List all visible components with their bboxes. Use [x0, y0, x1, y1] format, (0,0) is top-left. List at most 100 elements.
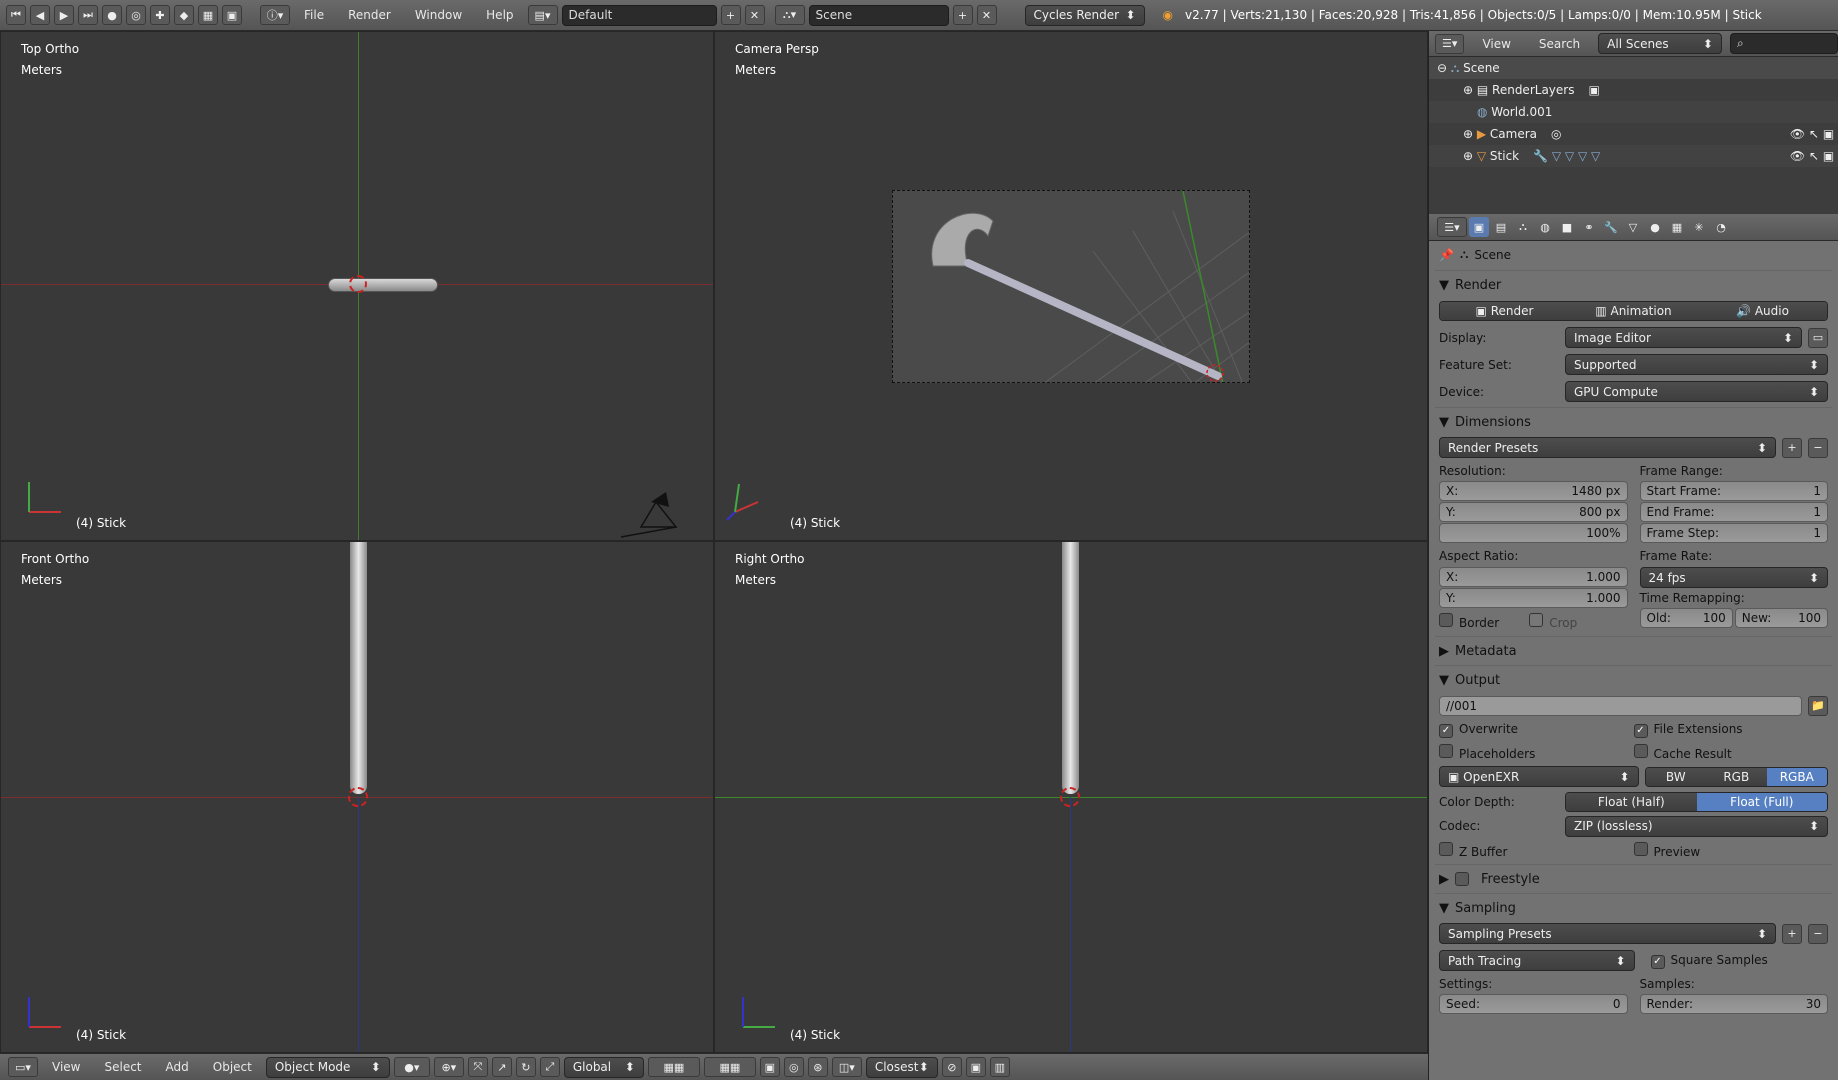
file-format-dropdown[interactable]: ▣ OpenEXR ⬍: [1439, 766, 1639, 787]
panel-render-header[interactable]: ▼ Render: [1429, 273, 1838, 297]
preview-checkbox[interactable]: Preview: [1633, 841, 1829, 859]
modifiers-tab-icon[interactable]: 🔧: [1601, 217, 1621, 237]
render-icon[interactable]: ●: [102, 5, 122, 25]
add-preset-icon[interactable]: +: [1782, 437, 1802, 458]
sampling-presets-dropdown[interactable]: Sampling Presets ⬍: [1439, 923, 1776, 944]
play-icon[interactable]: ▶: [54, 5, 74, 25]
shading-icon[interactable]: ●▾: [393, 1057, 430, 1077]
outliner-row-scene[interactable]: ⊖ ⛬ Scene: [1429, 57, 1838, 79]
zbuffer-checkbox[interactable]: Z Buffer: [1439, 841, 1634, 859]
scene-field[interactable]: Scene: [808, 4, 949, 26]
placeholders-checkbox[interactable]: Placeholders: [1439, 743, 1634, 761]
codec-dropdown[interactable]: ZIP (lossless) ⬍: [1565, 815, 1828, 837]
constraints-tab-icon[interactable]: ⚭: [1579, 217, 1599, 237]
info-editor-icon[interactable]: ⓘ▾: [260, 5, 290, 25]
grid-icon[interactable]: ▦: [198, 5, 218, 25]
viewport-front-ortho[interactable]: Front Ortho Meters (4) Stick: [0, 541, 714, 1053]
object-tab-icon[interactable]: ■: [1557, 217, 1577, 237]
panel-freestyle-header[interactable]: ▶ Freestyle: [1429, 867, 1838, 891]
close-layout-icon[interactable]: ✕: [744, 5, 765, 25]
physics-tab-icon[interactable]: ◔: [1711, 217, 1731, 237]
audio-button[interactable]: 🔊 Audio: [1698, 301, 1827, 320]
stick-object[interactable]: [350, 542, 367, 794]
display-dropdown[interactable]: Image Editor ⬍: [1565, 327, 1802, 348]
add-scene-icon[interactable]: +: [952, 5, 973, 25]
folder-icon[interactable]: 📁: [1808, 695, 1828, 716]
properties-editor-icon[interactable]: ☰▾: [1437, 217, 1467, 237]
seed-field[interactable]: Seed: 0: [1439, 994, 1628, 1014]
channel-rgba-button[interactable]: RGBA: [1766, 767, 1827, 786]
editor-type-icon[interactable]: ▭▾: [8, 1057, 38, 1077]
frame-rate-dropdown[interactable]: 24 fps ⬍: [1639, 567, 1828, 588]
viewport-camera-persp[interactable]: Camera Persp Meters (4) Stick: [714, 31, 1428, 541]
new-icon[interactable]: ✚: [150, 5, 170, 25]
cache-result-checkbox[interactable]: Cache Result: [1633, 743, 1829, 761]
translate-icon[interactable]: ↗: [491, 1057, 512, 1077]
panel-metadata-header[interactable]: ▶ Metadata: [1429, 639, 1838, 663]
remap-new-field[interactable]: New: 100: [1734, 608, 1828, 628]
camera-object-icon[interactable]: [611, 482, 691, 541]
render-layers-tab-icon[interactable]: ▤: [1491, 217, 1511, 237]
render-engine-dropdown[interactable]: Cycles Render ⬍: [1024, 4, 1145, 26]
render-still-icon[interactable]: ▣: [965, 1057, 986, 1077]
rotate-icon[interactable]: ↻: [515, 1057, 536, 1077]
data-tab-icon[interactable]: ▽: [1623, 217, 1643, 237]
stick-object[interactable]: [328, 278, 438, 292]
menu-add[interactable]: Add: [156, 1060, 199, 1074]
select-arrow-icon[interactable]: ↖: [1809, 127, 1823, 141]
menu-window[interactable]: Window: [405, 8, 472, 22]
particles-tab-icon[interactable]: ✳: [1689, 217, 1709, 237]
layout-icon[interactable]: ▤▾: [527, 5, 558, 25]
outliner-search-menu[interactable]: Search: [1529, 37, 1590, 51]
render-toggle-icon[interactable]: ▣: [1823, 149, 1838, 163]
expand-icon[interactable]: ⊕: [1463, 127, 1477, 141]
overwrite-checkbox[interactable]: ✓ Overwrite: [1439, 722, 1634, 738]
manipulator-icon[interactable]: ⤧: [467, 1057, 488, 1077]
layers-icon[interactable]: ▦▦: [647, 1057, 700, 1077]
display-mode-dropdown[interactable]: All Scenes ⬍: [1598, 33, 1722, 54]
expand-icon[interactable]: ⊕: [1463, 149, 1477, 163]
scene-tab-icon[interactable]: ⛬: [1513, 217, 1533, 237]
world-tab-icon[interactable]: ◍: [1535, 217, 1555, 237]
outliner-search-input[interactable]: ⌕: [1729, 33, 1838, 54]
render-anim-icon[interactable]: ▥: [989, 1057, 1010, 1077]
jump-start-icon[interactable]: ⏮: [6, 5, 26, 25]
visibility-eye-icon[interactable]: 👁: [1790, 149, 1809, 163]
panel-output-header[interactable]: ▼ Output: [1429, 668, 1838, 692]
output-path-input[interactable]: //001: [1439, 695, 1802, 716]
integrator-dropdown[interactable]: Path Tracing ⬍: [1439, 950, 1635, 971]
select-arrow-icon[interactable]: ↖: [1809, 149, 1823, 163]
menu-view[interactable]: View: [42, 1060, 90, 1074]
border-checkbox[interactable]: Border: [1439, 612, 1499, 630]
file-extensions-checkbox[interactable]: ✓ File Extensions: [1633, 722, 1829, 738]
end-frame-field[interactable]: End Frame: 1: [1639, 502, 1828, 522]
outliner-editor-icon[interactable]: ☰▾: [1435, 33, 1465, 54]
scene-icon[interactable]: ⛬▾: [774, 5, 805, 25]
snap-align-icon[interactable]: ⊘: [941, 1057, 962, 1077]
visibility-eye-icon[interactable]: 👁: [1790, 127, 1809, 141]
close-scene-icon[interactable]: ✕: [976, 5, 997, 25]
start-frame-field[interactable]: Start Frame: 1: [1639, 481, 1828, 501]
res-y-field[interactable]: Y: 800 px: [1439, 502, 1628, 522]
lock-interface-icon[interactable]: ▭: [1808, 327, 1828, 348]
panel-dimensions-header[interactable]: ▼ Dimensions: [1429, 410, 1838, 434]
panel-sampling-header[interactable]: ▼ Sampling: [1429, 896, 1838, 920]
outliner-row-camera[interactable]: ⊕ ▶ Camera ◎ 👁 ↖ ▣: [1429, 123, 1838, 145]
material-tab-icon[interactable]: ●: [1645, 217, 1665, 237]
outliner-row-renderlayers[interactable]: ⊕ ▤ RenderLayers ▣: [1429, 79, 1838, 101]
outliner-row-stick[interactable]: ⊕ ▽ Stick 🔧 ▽ ▽ ▽ ▽ 👁 ↖ ▣: [1429, 145, 1838, 167]
orientation-dropdown[interactable]: Global ⬍: [563, 1056, 644, 1078]
expand-icon[interactable]: ⊕: [1463, 83, 1477, 97]
channel-rgb-button[interactable]: RGB: [1706, 767, 1767, 786]
play-reverse-icon[interactable]: ◀: [30, 5, 50, 25]
viewport-top-ortho[interactable]: Top Ortho Meters (4) Stick: [0, 31, 714, 541]
remove-preset-icon[interactable]: −: [1808, 923, 1828, 944]
stick-object[interactable]: [1062, 542, 1079, 794]
outliner-row-world[interactable]: ◍ World.001: [1429, 101, 1838, 123]
remap-old-field[interactable]: Old: 100: [1639, 608, 1733, 628]
render-button[interactable]: ▣ Render: [1440, 301, 1569, 320]
menu-object[interactable]: Object: [203, 1060, 262, 1074]
scale-icon[interactable]: ⤢: [539, 1057, 560, 1077]
outliner-view-menu[interactable]: View: [1472, 37, 1520, 51]
depth-full-button[interactable]: Float (Full): [1696, 793, 1827, 811]
